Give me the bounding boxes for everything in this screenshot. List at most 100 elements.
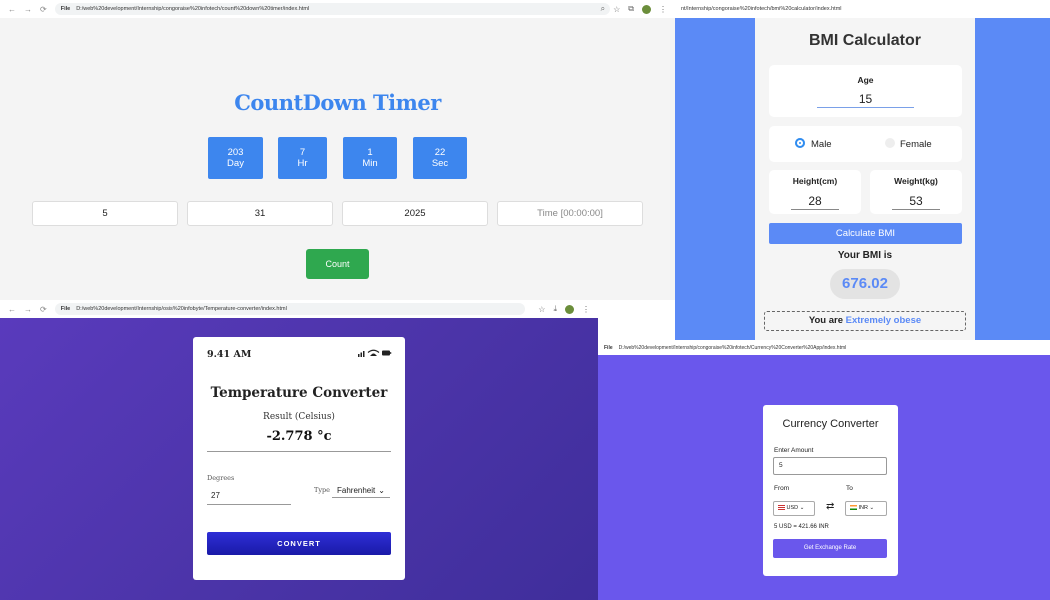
bookmark-star-icon[interactable]: ☆	[613, 5, 620, 14]
weight-label: Weight(kg)	[894, 176, 938, 186]
count-button[interactable]: Count	[306, 249, 369, 279]
month-input[interactable]: 5	[32, 201, 178, 226]
height-input[interactable]: 28	[791, 194, 839, 210]
type-select-value: Fahrenheit	[337, 486, 376, 495]
male-radio[interactable]	[795, 138, 805, 148]
days-value: 203	[227, 147, 244, 158]
forward-icon[interactable]: →	[24, 5, 32, 14]
male-label: Male	[811, 139, 832, 150]
india-flag-icon	[850, 505, 857, 511]
menu-dots-icon[interactable]: ⋮	[582, 305, 590, 314]
days-box: 203 Day	[208, 137, 263, 179]
your-bmi-label: Your BMI is	[837, 250, 893, 261]
countdown-window: ← → ⟳ File D:/web%20development/Internship…	[0, 0, 675, 300]
time-input[interactable]: Time [00:00:00]	[497, 201, 643, 226]
address-bar[interactable]: File D:/web%20development/Internship/con…	[598, 341, 898, 354]
back-icon[interactable]: ←	[8, 305, 16, 314]
amount-input[interactable]: 5	[773, 457, 887, 475]
signal-wifi-battery-icon	[358, 349, 392, 359]
back-icon[interactable]: ←	[8, 5, 16, 14]
bmi-result: 676.02	[830, 269, 900, 299]
chevron-down-icon: ⌄	[869, 505, 875, 511]
exchange-rate-text: 5 USD = 421.66 INR	[774, 524, 829, 530]
file-label: File	[60, 6, 71, 12]
hours-unit: Hr	[297, 158, 308, 169]
browser-toolbar: nt/Internship/congoraise%20infotech/bmi%…	[675, 0, 1050, 18]
minutes-value: 1	[367, 147, 373, 158]
forward-icon[interactable]: →	[24, 305, 32, 314]
female-label: Female	[900, 139, 932, 150]
to-select[interactable]: INR ⌄	[845, 501, 887, 516]
address-bar[interactable]: nt/Internship/congoraise%20infotech/bmi%…	[675, 3, 965, 15]
to-label: To	[846, 485, 853, 492]
type-label: Type	[314, 486, 331, 494]
browser-toolbar: ← → ⟳ File D:/web%20development/Internship…	[0, 0, 675, 18]
bmi-title: BMI Calculator	[808, 32, 921, 49]
url-text: D:/web%20development/Internship/congorai…	[76, 6, 310, 12]
menu-dots-icon[interactable]: ⋮	[659, 5, 667, 14]
url-text: nt/Internship/congoraise%20infotech/bmi%…	[681, 6, 842, 12]
converter-title: Temperature Converter	[210, 385, 388, 401]
chevron-down-icon: ⌄	[378, 486, 385, 495]
bmi-status: You are Extremely obese	[764, 311, 966, 331]
weight-input[interactable]: 53	[892, 194, 940, 210]
type-select[interactable]: Fahrenheit ⌄	[332, 483, 390, 498]
convert-button[interactable]: CONVERT	[207, 532, 391, 555]
status-prefix: You are	[808, 315, 843, 326]
reload-icon[interactable]: ⟳	[40, 5, 47, 14]
seconds-value: 22	[434, 147, 446, 158]
weight-panel: Weight(kg) 53	[870, 170, 962, 214]
status-value: Extremely obese	[845, 315, 922, 326]
calculate-bmi-button[interactable]: Calculate BMI	[769, 223, 962, 244]
temperature-card: 9.41 AM Temperature Converter Result (Ce…	[193, 337, 405, 580]
height-label: Height(cm)	[792, 176, 838, 186]
address-bar[interactable]: File D:/web%20development/Internship/osi…	[54, 303, 525, 315]
url-text: D:/web%20development/Internship/congorai…	[618, 344, 847, 351]
female-radio[interactable]	[885, 138, 895, 148]
temperature-window: ← → ⟳ File D:/web%20development/Internship…	[0, 300, 598, 600]
url-text: D:/web%20development/Internship/osis%20i…	[76, 306, 287, 312]
get-exchange-rate-button[interactable]: Get Exchange Rate	[773, 539, 887, 558]
currency-card: Currency Converter Enter Amount 5 From T…	[763, 405, 898, 576]
amount-label: Enter Amount	[774, 447, 814, 454]
download-icon[interactable]: ⤓	[553, 304, 557, 314]
zoom-icon[interactable]: ⌕	[601, 4, 605, 14]
page-title: CountDown Timer	[234, 90, 441, 115]
minutes-unit: Min	[362, 158, 378, 169]
degrees-label: Degrees	[207, 474, 235, 482]
divider	[207, 451, 391, 452]
bmi-card: BMI Calculator Age 15 Male Female Height…	[755, 18, 975, 340]
age-input[interactable]: 15	[817, 92, 914, 108]
degrees-input[interactable]: 27	[207, 488, 291, 505]
currency-title: Currency Converter	[782, 418, 879, 430]
profile-avatar[interactable]	[565, 304, 574, 314]
extensions-icon[interactable]: ⧉	[628, 4, 634, 14]
from-value: USD	[786, 505, 799, 511]
gender-panel: Male Female	[769, 126, 962, 162]
status-time: 9.41 AM	[207, 349, 252, 360]
file-label: File	[60, 306, 71, 312]
result-label: Result (Celsius)	[263, 412, 335, 422]
us-flag-icon	[778, 505, 785, 511]
day-input[interactable]: 31	[187, 201, 333, 226]
result-value: -2.778 °c	[266, 429, 332, 444]
minutes-box: 1 Min	[343, 137, 397, 179]
seconds-unit: Sec	[431, 158, 449, 169]
browser-toolbar: File D:/web%20development/Internship/con…	[598, 340, 1050, 355]
to-value: INR	[858, 505, 869, 511]
year-input[interactable]: 2025	[342, 201, 488, 226]
chevron-down-icon: ⌄	[799, 505, 805, 511]
height-panel: Height(cm) 28	[769, 170, 861, 214]
profile-avatar[interactable]	[642, 4, 651, 14]
bookmark-star-icon[interactable]: ☆	[538, 305, 545, 314]
currency-window: File D:/web%20development/Internship/con…	[598, 340, 1050, 600]
swap-icon[interactable]: ⇄	[826, 501, 834, 512]
browser-toolbar: ← → ⟳ File D:/web%20development/Internship…	[0, 300, 598, 318]
age-panel: Age 15	[769, 65, 962, 117]
hours-value: 7	[299, 147, 306, 158]
from-label: From	[774, 485, 790, 492]
address-bar[interactable]: File D:/web%20development/Internship/con…	[54, 3, 610, 15]
seconds-box: 22 Sec	[413, 137, 467, 179]
from-select[interactable]: USD ⌄	[773, 501, 815, 516]
reload-icon[interactable]: ⟳	[40, 305, 47, 314]
